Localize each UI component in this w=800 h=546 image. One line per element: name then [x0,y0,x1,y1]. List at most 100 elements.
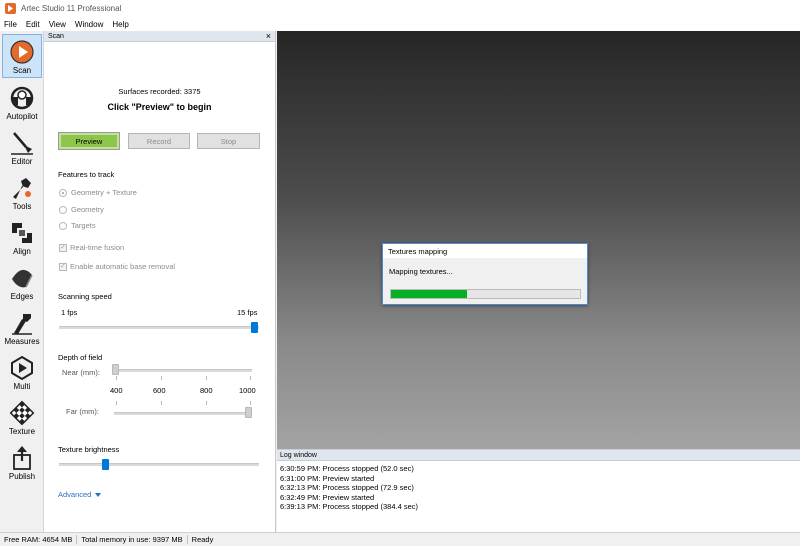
dof-tick-label: 600 [153,386,166,395]
title-bar: Artec Studio 11 Professional [0,0,800,17]
far-tick [206,401,207,405]
toolbar-label-autopilot: Autopilot [6,112,38,121]
total-memory-status: Total memory in use: 9397 MB [77,535,188,544]
near-tick [250,376,251,380]
dof-tick-label: 1000 [239,386,256,395]
realtime-fusion-label: Real-time fusion [70,243,125,252]
scan-icon [10,40,34,64]
close-icon[interactable]: × [266,31,271,41]
preview-button[interactable]: Preview [58,132,120,150]
near-tick [206,376,207,380]
dialog-title: Textures mapping [383,244,587,258]
toolbar-label-edges: Edges [10,292,34,301]
toolbar-label-publish: Publish [8,472,36,481]
scanning-speed-slider-handle[interactable] [251,322,258,333]
toolbar-label-scan: Scan [12,66,32,75]
toolbar-item-autopilot[interactable]: Autopilot [2,79,42,123]
app-logo-icon [5,3,16,14]
near-label: Near (mm): [62,368,100,377]
far-tick [116,401,117,405]
feature-targets-label: Targets [71,221,96,230]
log-window: Log window 6:30:59 PM: Process stopped (… [277,449,800,532]
feature-geometry-label: Geometry [71,205,104,214]
preview-prompt: Click "Preview" to begin [107,102,212,112]
texture-brightness-track[interactable] [59,463,259,466]
menu-help[interactable]: Help [112,20,128,29]
far-tick [161,401,162,405]
toolbar-item-publish[interactable]: Publish [2,439,42,483]
3d-viewport[interactable] [277,31,800,449]
log-line: 6:32:13 PM: Process stopped (72.9 sec) [280,483,414,493]
toolbar-label-editor: Editor [11,157,33,166]
log-window-title: Log window [277,450,800,461]
near-slider-handle[interactable] [112,364,119,375]
advanced-label: Advanced [58,490,92,499]
texture-brightness-slider-handle[interactable] [102,459,109,470]
toolbar-item-multi[interactable]: Multi [2,349,42,393]
textures-mapping-dialog: Textures mapping Mapping textures... [382,243,588,305]
scanning-speed-track[interactable] [59,326,259,329]
menu-view[interactable]: View [49,20,66,29]
checkmark-icon: ✓ [59,262,67,271]
near-tick [161,376,162,380]
ready-status: Ready [191,535,214,544]
toolbar-item-scan[interactable]: Scan [2,34,42,78]
stop-button[interactable]: Stop [197,133,260,149]
log-lines: 6:30:59 PM: Process stopped (52.0 sec) 6… [277,461,800,512]
feature-geometry-texture-label: Geometry + Texture [71,188,137,197]
toolbar-item-tools[interactable]: Tools [2,169,42,213]
record-button[interactable]: Record [128,133,190,149]
toolbar-item-edges[interactable]: Edges [2,259,42,303]
far-slider-track[interactable] [114,412,252,415]
auto-base-removal-label: Enable automatic base removal [70,262,176,271]
scan-panel: Scan × Surfaces recorded: 3375 Click "Pr… [44,31,276,532]
far-label: Far (mm): [66,407,99,416]
log-line: 6:39:13 PM: Process stopped (384.4 sec) [280,502,418,512]
toolbar-label-texture: Texture [8,427,36,436]
editor-icon [11,132,33,155]
log-line: 6:32:49 PM: Preview started [280,492,375,502]
far-slider-handle[interactable] [245,407,252,418]
multi-icon [11,355,33,381]
checkmark-icon: ✓ [59,243,67,252]
main-toolbar: Scan Autopilot Editor Tools Align Edges … [0,31,44,532]
log-line: 6:31:00 PM: Preview started [280,473,375,483]
advanced-toggle[interactable]: Advanced [58,490,102,499]
radio-selected-icon [59,188,67,197]
measures-icon [12,314,32,335]
depth-of-field-title: Depth of field [58,353,103,362]
autopilot-icon [10,86,34,110]
feature-geometry-texture-radio[interactable]: Geometry + Texture [59,188,137,197]
texture-icon [9,400,35,426]
toolbar-item-measures[interactable]: Measures [2,304,42,348]
scan-panel-title: Scan [48,32,64,40]
radio-icon [59,205,67,214]
menu-window[interactable]: Window [75,20,103,29]
menu-file[interactable]: File [4,20,17,29]
texture-brightness-title: Texture brightness [58,445,120,454]
toolbar-label-tools: Tools [12,202,32,211]
menu-edit[interactable]: Edit [26,20,40,29]
log-line: 6:30:59 PM: Process stopped (52.0 sec) [280,464,414,473]
menu-bar: File Edit View Window Help [0,17,800,31]
feature-geometry-radio[interactable]: Geometry [59,205,104,214]
toolbar-item-texture[interactable]: Texture [2,394,42,438]
near-slider-track[interactable] [114,369,252,372]
feature-targets-radio[interactable]: Targets [59,221,96,230]
toolbar-label-multi: Multi [13,382,31,391]
far-tick [250,401,251,405]
edges-icon [12,269,33,288]
dof-tick-label: 400 [110,386,123,395]
toolbar-item-editor[interactable]: Editor [2,124,42,168]
surfaces-recorded: Surfaces recorded: 3375 [118,87,201,96]
scan-panel-header: Scan × [44,31,275,42]
free-ram-status: Free RAM: 4654 MB [0,535,78,544]
scanning-speed-max: 15 fps [237,308,258,317]
align-icon [12,223,32,243]
radio-icon [59,221,67,230]
progress-fill [391,290,467,298]
toolbar-item-align[interactable]: Align [2,214,42,258]
realtime-fusion-checkbox[interactable]: ✓ Real-time fusion [59,243,124,252]
toolbar-label-align: Align [13,247,31,256]
auto-base-removal-checkbox[interactable]: ✓ Enable automatic base removal [59,262,175,271]
